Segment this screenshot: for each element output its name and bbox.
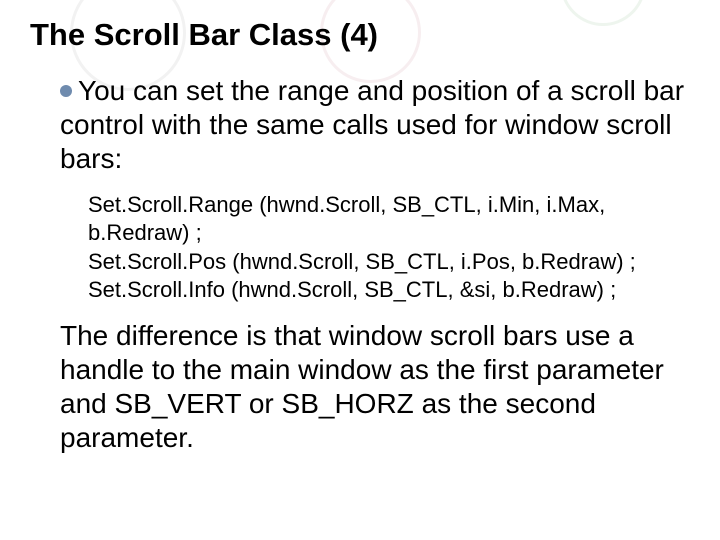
slide-body: You can set the range and position of a … [30, 74, 690, 455]
lead-paragraph: You can set the range and position of a … [60, 74, 690, 176]
code-line: Set.Scroll.Info (hwnd.Scroll, SB_CTL, &s… [88, 276, 690, 305]
slide-title: The Scroll Bar Class (4) [30, 18, 690, 52]
lead-prefix: You [78, 75, 125, 106]
trailing-paragraph: The difference is that window scroll bar… [60, 319, 690, 456]
slide-content: The Scroll Bar Class (4) You can set the… [0, 0, 720, 456]
lead-rest: can set the range and position of a scro… [60, 75, 684, 174]
code-line: Set.Scroll.Range (hwnd.Scroll, SB_CTL, i… [88, 191, 690, 248]
bullet-icon [60, 85, 72, 97]
code-line: Set.Scroll.Pos (hwnd.Scroll, SB_CTL, i.P… [88, 248, 690, 277]
code-block: Set.Scroll.Range (hwnd.Scroll, SB_CTL, i… [88, 191, 690, 305]
